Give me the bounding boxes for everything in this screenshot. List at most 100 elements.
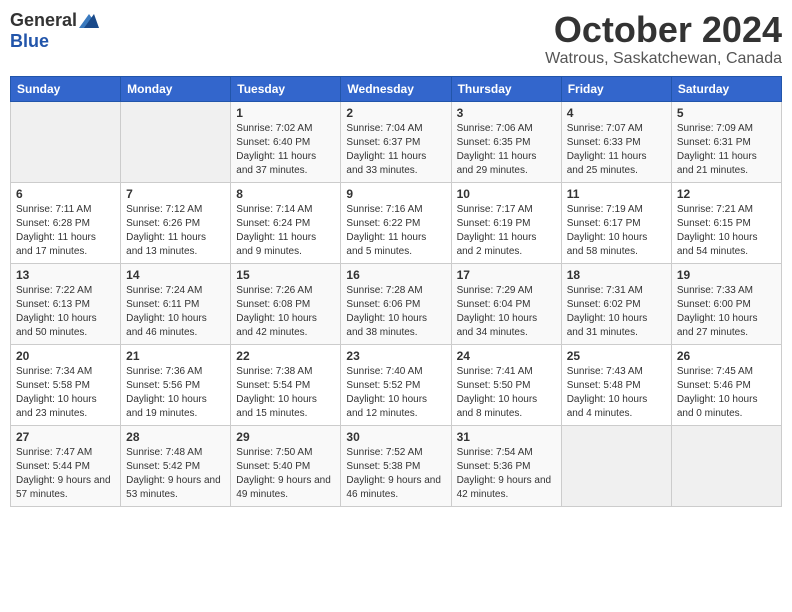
weekday-header-monday: Monday [121, 76, 231, 101]
day-info: Sunrise: 7:17 AM Sunset: 6:19 PM Dayligh… [457, 203, 556, 259]
day-info: Sunrise: 7:12 AM Sunset: 6:26 PM Dayligh… [126, 203, 225, 259]
calendar-cell: 25Sunrise: 7:43 AM Sunset: 5:48 PM Dayli… [561, 344, 671, 425]
day-number: 3 [457, 106, 556, 120]
title-section: October 2024 Watrous, Saskatchewan, Cana… [545, 10, 782, 68]
calendar-week-row-5: 27 Sunrise: 7:47 AM Sunset: 5:44 PM Dayli… [11, 425, 782, 506]
day-number: 25 [567, 349, 666, 363]
calendar-week-row-3: 13 Sunrise: 7:22 AM Sunset: 6:13 PM Dayli… [11, 263, 782, 344]
logo-general-text: General [10, 10, 77, 31]
day-info: Sunrise: 7:11 AM Sunset: 6:28 PM Dayligh… [16, 203, 115, 259]
calendar-cell: 22 Sunrise: 7:38 AM Sunset: 5:54 PM Dayli… [231, 344, 341, 425]
calendar-cell: 8 Sunrise: 7:14 AM Sunset: 6:24 PM Daylig… [231, 182, 341, 263]
day-info: Sunrise: 7:40 AM Sunset: 5:52 PM Dayligh… [346, 365, 445, 421]
day-info: Sunrise: 7:38 AM Sunset: 5:54 PM Dayligh… [236, 365, 335, 421]
day-info: Sunrise: 7:52 AM Sunset: 5:38 PM Dayligh… [346, 446, 445, 502]
calendar-week-row-1: 1 Sunrise: 7:02 AM Sunset: 6:40 PM Daylig… [11, 101, 782, 182]
calendar-cell: 16 Sunrise: 7:28 AM Sunset: 6:06 PM Dayli… [341, 263, 451, 344]
calendar-cell [561, 425, 671, 506]
day-number: 17 [457, 268, 556, 282]
day-info: Sunrise: 7:14 AM Sunset: 6:24 PM Dayligh… [236, 203, 335, 259]
day-info: Sunrise: 7:36 AM Sunset: 5:56 PM Dayligh… [126, 365, 225, 421]
day-number: 19 [677, 268, 776, 282]
weekday-header-tuesday: Tuesday [231, 76, 341, 101]
weekday-header-saturday: Saturday [671, 76, 781, 101]
day-number: 6 [16, 187, 115, 201]
day-info: Sunrise: 7:24 AM Sunset: 6:11 PM Dayligh… [126, 284, 225, 340]
day-number: 11 [567, 187, 666, 201]
calendar-cell: 23Sunrise: 7:40 AM Sunset: 5:52 PM Dayli… [341, 344, 451, 425]
calendar-cell: 4 Sunrise: 7:07 AM Sunset: 6:33 PM Daylig… [561, 101, 671, 182]
month-title: October 2024 [545, 10, 782, 50]
page-header: General Blue October 2024 Watrous, Saska… [10, 10, 782, 68]
day-info: Sunrise: 7:54 AM Sunset: 5:36 PM Dayligh… [457, 446, 556, 502]
calendar-cell: 29Sunrise: 7:50 AM Sunset: 5:40 PM Dayli… [231, 425, 341, 506]
calendar-cell: 26 Sunrise: 7:45 AM Sunset: 5:46 PM Dayli… [671, 344, 781, 425]
day-info: Sunrise: 7:19 AM Sunset: 6:17 PM Dayligh… [567, 203, 666, 259]
calendar-week-row-2: 6 Sunrise: 7:11 AM Sunset: 6:28 PM Daylig… [11, 182, 782, 263]
logo-icon [79, 14, 99, 28]
day-number: 18 [567, 268, 666, 282]
day-number: 29 [236, 430, 335, 444]
day-number: 8 [236, 187, 335, 201]
weekday-header-friday: Friday [561, 76, 671, 101]
calendar-cell: 30 Sunrise: 7:52 AM Sunset: 5:38 PM Dayli… [341, 425, 451, 506]
day-number: 4 [567, 106, 666, 120]
calendar-cell: 24 Sunrise: 7:41 AM Sunset: 5:50 PM Dayli… [451, 344, 561, 425]
day-info: Sunrise: 7:31 AM Sunset: 6:02 PM Dayligh… [567, 284, 666, 340]
calendar-cell: 15 Sunrise: 7:26 AM Sunset: 6:08 PM Dayli… [231, 263, 341, 344]
day-info: Sunrise: 7:47 AM Sunset: 5:44 PM Dayligh… [16, 446, 115, 502]
calendar-cell: 14 Sunrise: 7:24 AM Sunset: 6:11 PM Dayli… [121, 263, 231, 344]
day-info: Sunrise: 7:02 AM Sunset: 6:40 PM Dayligh… [236, 122, 335, 178]
day-number: 1 [236, 106, 335, 120]
weekday-header-wednesday: Wednesday [341, 76, 451, 101]
logo: General Blue [10, 10, 99, 52]
day-info: Sunrise: 7:06 AM Sunset: 6:35 PM Dayligh… [457, 122, 556, 178]
day-number: 5 [677, 106, 776, 120]
day-number: 13 [16, 268, 115, 282]
day-number: 22 [236, 349, 335, 363]
calendar-cell [121, 101, 231, 182]
calendar-cell: 3 Sunrise: 7:06 AM Sunset: 6:35 PM Daylig… [451, 101, 561, 182]
day-info: Sunrise: 7:41 AM Sunset: 5:50 PM Dayligh… [457, 365, 556, 421]
calendar-cell: 21Sunrise: 7:36 AM Sunset: 5:56 PM Dayli… [121, 344, 231, 425]
calendar-cell: 10 Sunrise: 7:17 AM Sunset: 6:19 PM Dayli… [451, 182, 561, 263]
day-number: 27 [16, 430, 115, 444]
day-number: 10 [457, 187, 556, 201]
day-info: Sunrise: 7:22 AM Sunset: 6:13 PM Dayligh… [16, 284, 115, 340]
day-info: Sunrise: 7:26 AM Sunset: 6:08 PM Dayligh… [236, 284, 335, 340]
day-info: Sunrise: 7:48 AM Sunset: 5:42 PM Dayligh… [126, 446, 225, 502]
day-number: 12 [677, 187, 776, 201]
location-title: Watrous, Saskatchewan, Canada [545, 50, 782, 68]
day-info: Sunrise: 7:29 AM Sunset: 6:04 PM Dayligh… [457, 284, 556, 340]
weekday-header-sunday: Sunday [11, 76, 121, 101]
day-number: 9 [346, 187, 445, 201]
day-number: 2 [346, 106, 445, 120]
day-info: Sunrise: 7:45 AM Sunset: 5:46 PM Dayligh… [677, 365, 776, 421]
calendar-cell [671, 425, 781, 506]
calendar-cell: 31Sunrise: 7:54 AM Sunset: 5:36 PM Dayli… [451, 425, 561, 506]
day-number: 14 [126, 268, 225, 282]
day-number: 30 [346, 430, 445, 444]
calendar-cell: 19 Sunrise: 7:33 AM Sunset: 6:00 PM Dayli… [671, 263, 781, 344]
day-info: Sunrise: 7:16 AM Sunset: 6:22 PM Dayligh… [346, 203, 445, 259]
calendar-cell: 6 Sunrise: 7:11 AM Sunset: 6:28 PM Daylig… [11, 182, 121, 263]
day-number: 26 [677, 349, 776, 363]
day-info: Sunrise: 7:21 AM Sunset: 6:15 PM Dayligh… [677, 203, 776, 259]
logo-blue-text: Blue [10, 31, 49, 52]
calendar-cell: 2Sunrise: 7:04 AM Sunset: 6:37 PM Daylig… [341, 101, 451, 182]
day-number: 20 [16, 349, 115, 363]
day-info: Sunrise: 7:07 AM Sunset: 6:33 PM Dayligh… [567, 122, 666, 178]
day-number: 15 [236, 268, 335, 282]
day-number: 16 [346, 268, 445, 282]
calendar-cell: 1 Sunrise: 7:02 AM Sunset: 6:40 PM Daylig… [231, 101, 341, 182]
calendar-cell: 28Sunrise: 7:48 AM Sunset: 5:42 PM Dayli… [121, 425, 231, 506]
calendar-cell: 27 Sunrise: 7:47 AM Sunset: 5:44 PM Dayli… [11, 425, 121, 506]
day-info: Sunrise: 7:34 AM Sunset: 5:58 PM Dayligh… [16, 365, 115, 421]
calendar-cell: 11 Sunrise: 7:19 AM Sunset: 6:17 PM Dayli… [561, 182, 671, 263]
day-number: 24 [457, 349, 556, 363]
weekday-header-thursday: Thursday [451, 76, 561, 101]
day-info: Sunrise: 7:33 AM Sunset: 6:00 PM Dayligh… [677, 284, 776, 340]
calendar-cell: 7 Sunrise: 7:12 AM Sunset: 6:26 PM Daylig… [121, 182, 231, 263]
day-info: Sunrise: 7:28 AM Sunset: 6:06 PM Dayligh… [346, 284, 445, 340]
day-number: 7 [126, 187, 225, 201]
